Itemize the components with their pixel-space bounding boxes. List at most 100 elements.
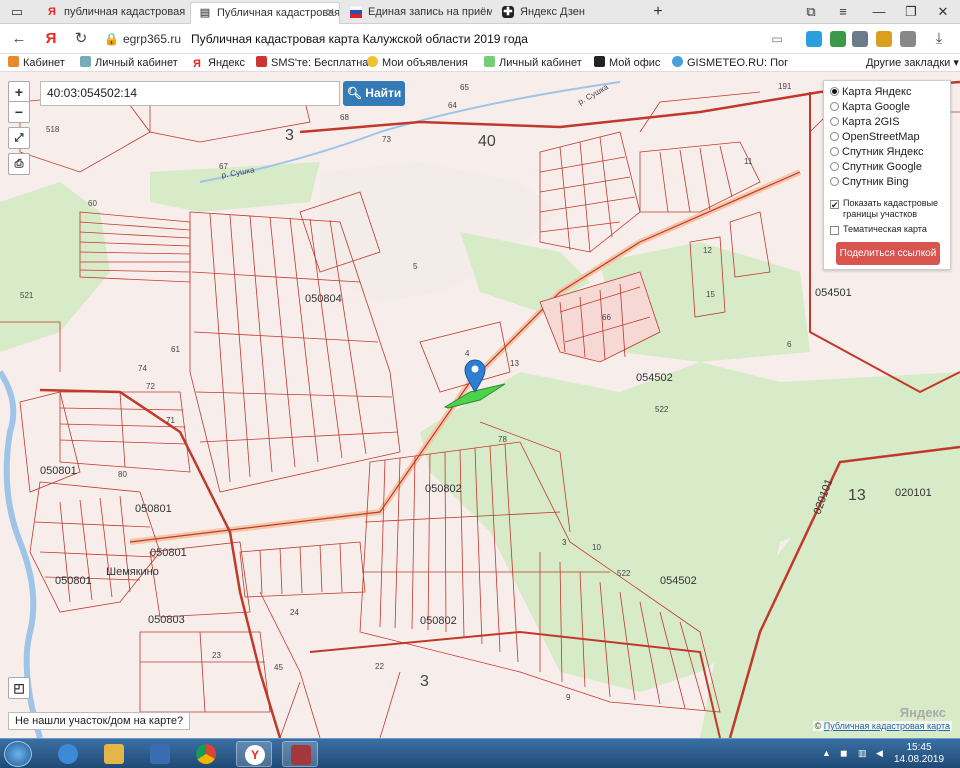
bookmark-label: Яндекс [208, 57, 245, 69]
windows-taskbar: Y ▲ ◼ ▥ ◀ 15:45 14.08.2019 [0, 738, 960, 768]
show-borders-checkbox[interactable]: ✔ Показать кадастровые границы участков [830, 198, 944, 220]
taskbar-yandex-browser[interactable]: Y [236, 741, 272, 767]
bookmark-item[interactable]: SMS'те: Бесплатна [256, 56, 368, 70]
not-found-link[interactable]: Не нашли участок/дом на карте? [8, 712, 191, 730]
share-link-button[interactable]: Поделиться ссылкой [836, 242, 940, 265]
cloud-extension-icon[interactable] [806, 31, 822, 47]
quarter-boundary [39, 388, 282, 738]
network-icon[interactable]: ▥ [858, 748, 869, 759]
map-label: 9 [566, 693, 571, 702]
zoom-out-button[interactable]: − [8, 101, 30, 123]
thematic-map-checkbox[interactable]: Тематическая карта [830, 224, 944, 235]
browser-tab-bar: ▭ Я публичная кадастровая к ▤ Публичная … [0, 0, 960, 24]
radio-icon [830, 117, 839, 126]
checkbox-label: Тематическая карта [843, 224, 927, 234]
radio-icon [830, 102, 839, 111]
taskbar-explorer[interactable] [96, 741, 132, 767]
clock-date: 14.08.2019 [894, 754, 945, 765]
map-label: 522 [655, 405, 669, 414]
sms-icon [256, 56, 267, 67]
tray-arrow-icon[interactable]: ▲ [822, 748, 833, 759]
ruler-icon[interactable]: ◰ [8, 677, 30, 699]
url-domain: egrp365.ru [122, 32, 181, 46]
find-button[interactable]: 🔍︎ Найти [343, 81, 405, 106]
bookmark-item[interactable]: Мои объявления [367, 56, 468, 70]
cadastral-map[interactable]: 40 050804 054501 054502 054502 050802 05… [0, 72, 960, 738]
maximize-icon[interactable]: ❐ [896, 0, 926, 24]
taskbar-access[interactable] [282, 741, 318, 767]
cabinet-icon [484, 56, 495, 67]
download-icon[interactable]: ⤓ [928, 28, 950, 50]
map-label: 11 [744, 157, 753, 166]
layer-option-yandex-sat[interactable]: Спутник Яндекс [830, 145, 944, 160]
browser-tab-4[interactable]: ✚ Яндекс Дзен [494, 2, 634, 24]
map-canvas[interactable]: 40 050804 054501 054502 054502 050802 05… [0, 72, 960, 738]
tab-overview-icon[interactable]: ▭ [2, 0, 32, 24]
extension-icon[interactable] [830, 31, 846, 47]
close-tab-icon[interactable]: ✕ [326, 3, 335, 24]
copyright-link[interactable]: Публичная кадастровая карта [824, 721, 950, 731]
print-icon[interactable]: ⎙ [8, 153, 30, 175]
bookmark-item[interactable]: GISMETEO.RU: Пог [672, 56, 788, 70]
back-icon[interactable]: ← [8, 28, 30, 50]
extension-icon-3[interactable] [876, 31, 892, 47]
bookmark-page-icon[interactable]: ⧉ [796, 0, 826, 24]
map-label: 67 [219, 162, 228, 171]
tab-label: Яндекс Дзен [520, 6, 585, 18]
new-tab-button[interactable]: + [643, 0, 673, 24]
clock[interactable]: 15:45 14.08.2019 [894, 742, 944, 766]
map-label: 73 [382, 135, 391, 144]
layer-option-yandex-map[interactable]: Карта Яндекс [830, 85, 944, 100]
map-label: 78 [498, 435, 507, 444]
volume-icon[interactable]: ◀ [876, 748, 887, 759]
bookmark-item[interactable]: Кабинет [8, 56, 65, 70]
bookmark-label: Личный кабинет [499, 57, 582, 69]
reader-mode-icon[interactable]: ▭ [766, 28, 788, 50]
map-label: 5 [413, 262, 418, 271]
yandex-home-icon[interactable]: Я [40, 28, 62, 50]
browser-tab-3[interactable]: Единая запись на приём в [342, 2, 492, 24]
map-label: 191 [778, 82, 792, 91]
taskbar-ie[interactable] [50, 741, 86, 767]
map-label: 050801 [135, 503, 172, 515]
zoom-in-button[interactable]: + [8, 81, 30, 103]
tray-app-icon[interactable]: ◼ [840, 748, 851, 759]
layer-option-2gis[interactable]: Карта 2GIS [830, 115, 944, 130]
map-label: 054502 [636, 372, 673, 384]
menu-icon[interactable]: ≡ [828, 0, 858, 24]
url-field[interactable]: 🔒 egrp365.ru Публичная кадастровая карта К… [104, 27, 794, 51]
extension-icon-4[interactable] [900, 31, 916, 47]
yandex-icon: Я [193, 58, 201, 70]
layer-option-bing-sat[interactable]: Спутник Bing [830, 175, 944, 190]
layer-option-osm[interactable]: OpenStreetMap [830, 130, 944, 145]
map-label: 24 [290, 608, 299, 617]
extension-icon-2[interactable] [852, 31, 868, 47]
cadastral-search-input[interactable]: 40:03:054502:14 [40, 81, 340, 106]
tab-label: Публичная кадастровая [217, 7, 340, 19]
taskbar-media[interactable] [142, 741, 178, 767]
tab-label: Единая запись на приём в [368, 6, 492, 18]
bookmark-item[interactable]: Я Яндекс [193, 56, 245, 70]
layer-option-google-sat[interactable]: Спутник Google [830, 160, 944, 175]
reload-icon[interactable]: ↻ [70, 28, 92, 50]
bookmark-item[interactable]: Личный кабинет [80, 56, 178, 70]
start-button[interactable] [4, 741, 32, 767]
office-icon [594, 56, 605, 67]
bookmark-label: GISMETEO.RU: Пог [687, 57, 789, 69]
map-label: 64 [448, 101, 457, 110]
layer-label: Спутник Bing [842, 176, 909, 188]
layer-option-google-map[interactable]: Карта Google [830, 100, 944, 115]
browser-tab-2[interactable]: ▤ Публичная кадастровая ✕ [190, 2, 340, 24]
taskbar-chrome[interactable] [188, 741, 224, 767]
other-bookmarks[interactable]: Другие закладки ▾ [866, 56, 959, 70]
copyright-sign: © [814, 721, 822, 731]
fullscreen-icon[interactable]: ⤢ [8, 127, 30, 149]
minimize-icon[interactable]: — [864, 0, 894, 24]
flag-icon [349, 5, 363, 18]
bookmark-item[interactable]: Мой офис [594, 56, 660, 70]
close-window-icon[interactable]: ✕ [928, 0, 958, 24]
bookmark-label: Мои объявления [382, 57, 468, 69]
bookmark-item[interactable]: Личный кабинет [484, 56, 582, 70]
checkbox-checked-icon: ✔ [830, 200, 839, 210]
browser-tab-1[interactable]: Я публичная кадастровая к [38, 2, 188, 24]
